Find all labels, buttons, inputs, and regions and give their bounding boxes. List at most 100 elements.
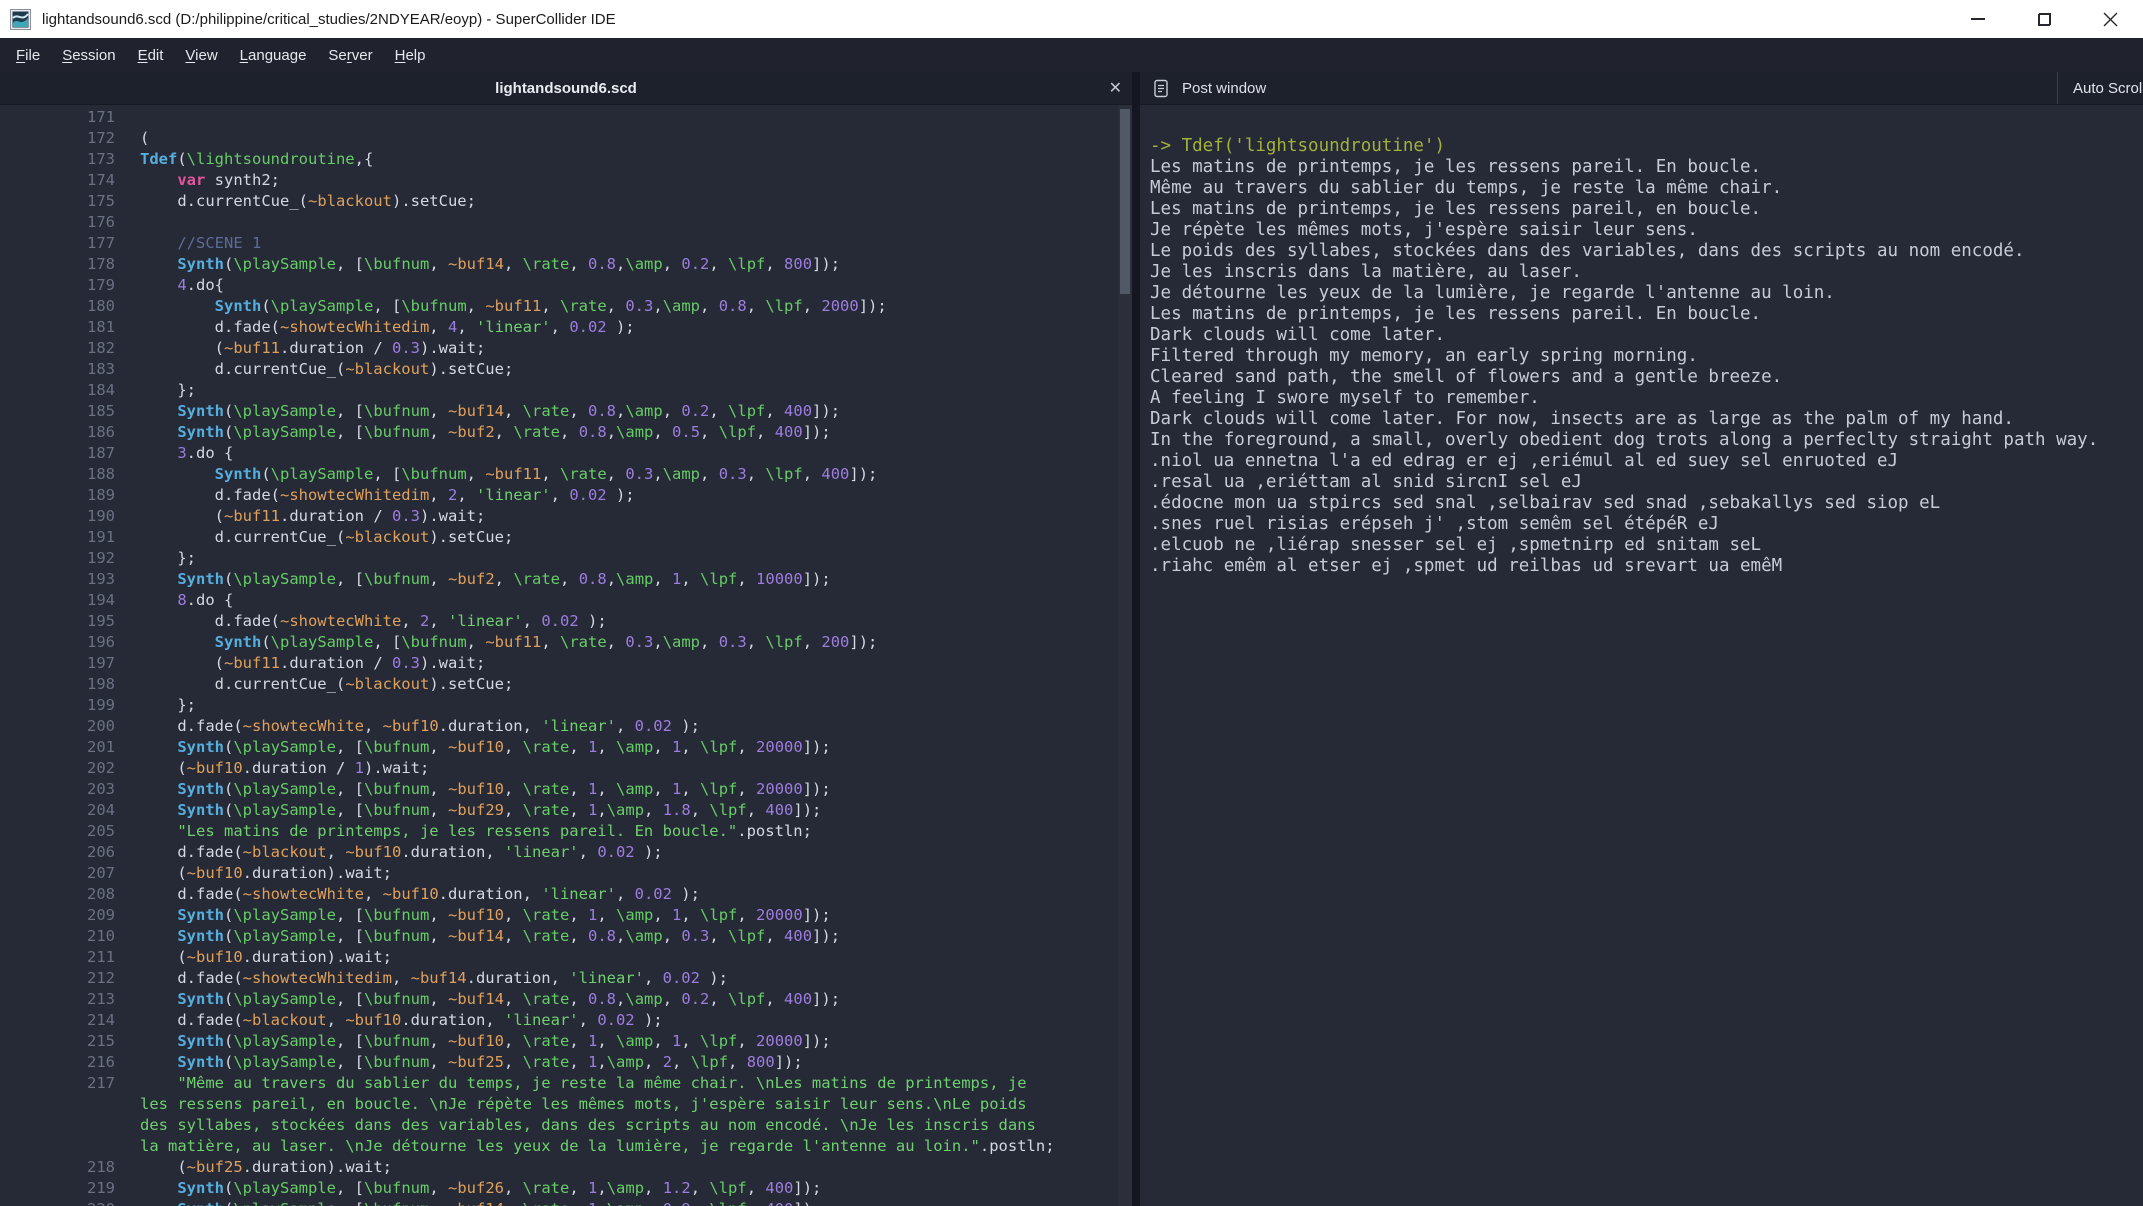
tab-close-icon[interactable]: ✕	[1109, 72, 1122, 104]
menu-edit[interactable]: Edit	[128, 42, 174, 69]
code-line[interactable]: 199 };	[0, 695, 1132, 716]
code-line[interactable]: 198 d.currentCue_(~blackout).setCue;	[0, 674, 1132, 695]
window-title: lightandsound6.scd (D:/philippine/critic…	[42, 11, 616, 28]
code-line[interactable]: 177 //SCENE 1	[0, 233, 1132, 254]
code-line[interactable]: 192 };	[0, 548, 1132, 569]
close-button[interactable]	[2077, 0, 2143, 38]
post-line: Les matins de printemps, je les ressens …	[1150, 157, 2143, 178]
line-number: 186	[0, 422, 115, 443]
code-line[interactable]: 202 (~buf10.duration / 1).wait;	[0, 758, 1132, 779]
line-number: 216	[0, 1052, 115, 1073]
code-line[interactable]: 182 (~buf11.duration / 0.3).wait;	[0, 338, 1132, 359]
main-area: lightandsound6.scd ✕ 171172(173Tdef(\lig…	[0, 72, 2143, 1206]
line-number: 214	[0, 1010, 115, 1031]
code-line[interactable]: 214 d.fade(~blackout, ~buf10.duration, '…	[0, 1010, 1132, 1031]
line-number: 181	[0, 317, 115, 338]
code-line[interactable]: 195 d.fade(~showtecWhite, 2, 'linear', 0…	[0, 611, 1132, 632]
code-line[interactable]: 220 Synth(\playSample, [\bufnum, ~buf14,…	[0, 1199, 1132, 1206]
code-line[interactable]: 200 d.fade(~showtecWhite, ~buf10.duratio…	[0, 716, 1132, 737]
code-line[interactable]: 173Tdef(\lightsoundroutine,{	[0, 149, 1132, 170]
code-text: d.fade(~showtecWhite, ~buf10.duration, '…	[140, 716, 1056, 737]
code-text: Synth(\playSample, [\bufnum, ~buf14, \ra…	[140, 1199, 1056, 1206]
line-number: 173	[0, 149, 115, 170]
auto-scroll-toggle[interactable]: Auto Scroll	[2073, 72, 2143, 104]
code-line[interactable]: 211 (~buf10.duration).wait;	[0, 947, 1132, 968]
code-text: 3.do {	[140, 443, 1056, 464]
code-line[interactable]: 191 d.currentCue_(~blackout).setCue;	[0, 527, 1132, 548]
minimize-button[interactable]	[1945, 0, 2011, 38]
code-line[interactable]: 183 d.currentCue_(~blackout).setCue;	[0, 359, 1132, 380]
menu-file[interactable]: File	[6, 42, 50, 69]
code-line[interactable]: 207 (~buf10.duration).wait;	[0, 863, 1132, 884]
post-line: Je répète les mêmes mots, j'espère saisi…	[1150, 220, 2143, 241]
code-line[interactable]: 201 Synth(\playSample, [\bufnum, ~buf10,…	[0, 737, 1132, 758]
code-text: Synth(\playSample, [\bufnum, ~buf11, \ra…	[140, 296, 1056, 317]
line-number: 175	[0, 191, 115, 212]
code-line[interactable]: 196 Synth(\playSample, [\bufnum, ~buf11,…	[0, 632, 1132, 653]
code-text: (	[140, 128, 1056, 149]
line-number: 208	[0, 884, 115, 905]
menu-accelerator: F	[16, 47, 25, 64]
code-line[interactable]: 179 4.do{	[0, 275, 1132, 296]
code-line[interactable]: 171	[0, 107, 1132, 128]
code-text: "Même au travers du sablier du temps, je…	[140, 1073, 1056, 1157]
code-line[interactable]: 174 var synth2;	[0, 170, 1132, 191]
code-text: d.fade(~showtecWhitedim, 2, 'linear', 0.…	[140, 485, 1056, 506]
code-line[interactable]: 203 Synth(\playSample, [\bufnum, ~buf10,…	[0, 779, 1132, 800]
post-window-icon	[1154, 79, 1168, 98]
code-line[interactable]: 206 d.fade(~blackout, ~buf10.duration, '…	[0, 842, 1132, 863]
code-line[interactable]: 190 (~buf11.duration / 0.3).wait;	[0, 506, 1132, 527]
code-line[interactable]: 178 Synth(\playSample, [\bufnum, ~buf14,…	[0, 254, 1132, 275]
code-text	[140, 212, 1056, 233]
line-number: 171	[0, 107, 115, 128]
code-line[interactable]: 194 8.do {	[0, 590, 1132, 611]
menu-help[interactable]: Help	[385, 42, 436, 69]
menu-view[interactable]: View	[175, 42, 227, 69]
code-line[interactable]: 181 d.fade(~showtecWhitedim, 4, 'linear'…	[0, 317, 1132, 338]
line-number: 206	[0, 842, 115, 863]
menu-language[interactable]: Language	[230, 42, 317, 69]
code-line[interactable]: 217 "Même au travers du sablier du temps…	[0, 1073, 1132, 1157]
menu-session[interactable]: Session	[52, 42, 125, 69]
code-line[interactable]: 204 Synth(\playSample, [\bufnum, ~buf29,…	[0, 800, 1132, 821]
code-line[interactable]: 186 Synth(\playSample, [\bufnum, ~buf2, …	[0, 422, 1132, 443]
code-line[interactable]: 185 Synth(\playSample, [\bufnum, ~buf14,…	[0, 401, 1132, 422]
line-number: 207	[0, 863, 115, 884]
code-line[interactable]: 212 d.fade(~showtecWhitedim, ~buf14.dura…	[0, 968, 1132, 989]
code-line[interactable]: 216 Synth(\playSample, [\bufnum, ~buf25,…	[0, 1052, 1132, 1073]
code-line[interactable]: 209 Synth(\playSample, [\bufnum, ~buf10,…	[0, 905, 1132, 926]
code-line[interactable]: 180 Synth(\playSample, [\bufnum, ~buf11,…	[0, 296, 1132, 317]
code-line[interactable]: 187 3.do {	[0, 443, 1132, 464]
code-line[interactable]: 188 Synth(\playSample, [\bufnum, ~buf11,…	[0, 464, 1132, 485]
line-number: 195	[0, 611, 115, 632]
code-text: Synth(\playSample, [\bufnum, ~buf11, \ra…	[140, 632, 1056, 653]
code-editor[interactable]: 171172(173Tdef(\lightsoundroutine,{174 v…	[0, 105, 1132, 1206]
code-text: //SCENE 1	[140, 233, 1056, 254]
code-line[interactable]: 175 d.currentCue_(~blackout).setCue;	[0, 191, 1132, 212]
menu-server[interactable]: Server	[318, 42, 382, 69]
editor-scrollbar-thumb[interactable]	[1120, 109, 1130, 294]
code-line[interactable]: 205 "Les matins de printemps, je les res…	[0, 821, 1132, 842]
code-line[interactable]: 176	[0, 212, 1132, 233]
code-text: Synth(\playSample, [\bufnum, ~buf14, \ra…	[140, 401, 1056, 422]
pane-splitter[interactable]	[1132, 72, 1140, 1206]
code-line[interactable]: 218 (~buf25.duration).wait;	[0, 1157, 1132, 1178]
code-line[interactable]: 197 (~buf11.duration / 0.3).wait;	[0, 653, 1132, 674]
menu-accelerator: r	[347, 47, 352, 64]
code-line[interactable]: 193 Synth(\playSample, [\bufnum, ~buf2, …	[0, 569, 1132, 590]
post-output: -> Tdef('lightsoundroutine')Les matins d…	[1140, 105, 2143, 1206]
line-number: 199	[0, 695, 115, 716]
tab-document-title[interactable]: lightandsound6.scd	[0, 80, 1132, 97]
code-line[interactable]: 172(	[0, 128, 1132, 149]
code-line[interactable]: 210 Synth(\playSample, [\bufnum, ~buf14,…	[0, 926, 1132, 947]
editor-scrollbar[interactable]	[1118, 105, 1132, 1206]
title-bar: lightandsound6.scd (D:/philippine/critic…	[0, 0, 2143, 38]
restore-button[interactable]	[2011, 0, 2077, 38]
code-line[interactable]: 184 };	[0, 380, 1132, 401]
line-number: 211	[0, 947, 115, 968]
code-line[interactable]: 208 d.fade(~showtecWhite, ~buf10.duratio…	[0, 884, 1132, 905]
code-line[interactable]: 215 Synth(\playSample, [\bufnum, ~buf10,…	[0, 1031, 1132, 1052]
code-line[interactable]: 213 Synth(\playSample, [\bufnum, ~buf14,…	[0, 989, 1132, 1010]
code-line[interactable]: 189 d.fade(~showtecWhitedim, 2, 'linear'…	[0, 485, 1132, 506]
code-line[interactable]: 219 Synth(\playSample, [\bufnum, ~buf26,…	[0, 1178, 1132, 1199]
